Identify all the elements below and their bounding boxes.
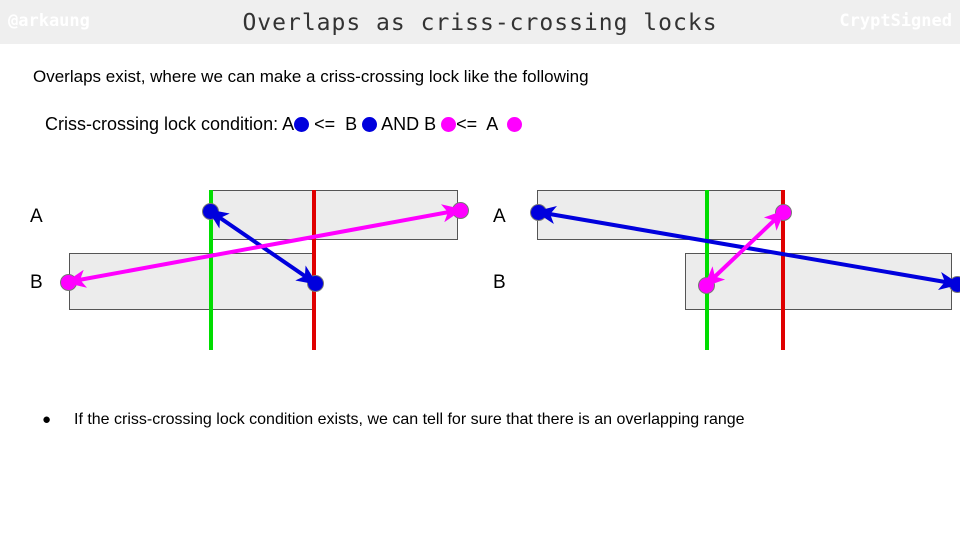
condition-mid2-text: AND B (377, 114, 442, 134)
condition-prefix-text: Criss-crossing lock condition: A (45, 114, 295, 134)
condition-mid1-text: <= B (309, 114, 363, 134)
row-label-b: B (493, 272, 506, 293)
magenta-dot-icon (441, 117, 457, 132)
blue-dot-icon (362, 117, 378, 132)
diagram-left: AB (0, 180, 480, 360)
condition-mid3-text: <= A (456, 114, 508, 134)
endpoint-a-start-blue (201, 202, 219, 220)
endpoint-b-start-magenta (697, 276, 715, 294)
endpoint-a-end-magenta (774, 203, 792, 221)
page-title: Overlaps as criss-crossing locks (242, 10, 718, 36)
bullet-marker-icon: ● (42, 411, 52, 428)
magenta-dot-icon (507, 117, 523, 132)
endpoint-a-start-blue (529, 203, 547, 221)
endpoint-b-end-blue (948, 275, 960, 293)
blue-dot-icon (294, 117, 310, 132)
row-label-b: B (30, 272, 43, 293)
range-box-a (537, 190, 783, 240)
slide-canvas: @arkaung Overlaps as criss-crossing lock… (0, 0, 960, 540)
intro-paragraph: Overlaps exist, where we can make a cris… (33, 67, 589, 86)
range-box-a (209, 190, 458, 240)
conclusion-bullet: ● If the criss-crossing lock condition e… (42, 409, 745, 431)
row-label-a: A (30, 206, 43, 227)
green-boundary-line (705, 190, 709, 350)
endpoint-a-end-magenta (451, 201, 469, 219)
range-box-b (685, 253, 952, 310)
range-box-b (69, 253, 315, 310)
red-boundary-line (312, 190, 316, 350)
endpoint-b-start-magenta (59, 273, 77, 291)
conclusion-bullet-text: If the criss-crossing lock condition exi… (74, 411, 745, 428)
condition-statement: Criss-crossing lock condition: A <= B AN… (45, 114, 523, 135)
brand-watermark: CryptSigned (839, 11, 952, 31)
endpoint-b-end-blue (306, 274, 324, 292)
header-band: @arkaung Overlaps as criss-crossing lock… (0, 0, 960, 44)
row-label-a: A (493, 206, 506, 227)
diagram-right: AB (480, 180, 960, 360)
